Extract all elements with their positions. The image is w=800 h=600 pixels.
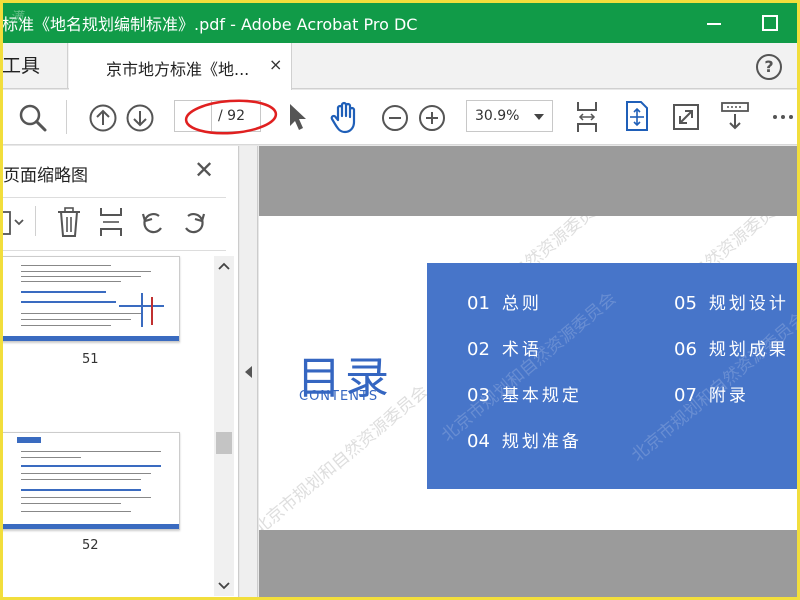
close-icon[interactable]: ✕ xyxy=(194,156,214,184)
rotate-left-icon[interactable] xyxy=(139,208,167,236)
delete-icon[interactable] xyxy=(56,206,82,238)
collapse-arrow-icon xyxy=(245,366,252,378)
toc-item[interactable]: 02 术语 xyxy=(467,335,542,360)
toc-panel: 北京市规划和自然资源委员会 北京市规划和自然资源委员会 01 总则 02 术语 03… xyxy=(427,263,800,489)
close-tab-icon[interactable]: × xyxy=(269,55,282,74)
annotation-circle xyxy=(184,99,278,135)
panel-title: 页面缩略图 xyxy=(3,166,88,186)
zoom-value: 30.9% xyxy=(475,108,520,124)
document-tab-label: 京市地方标准《地... xyxy=(106,60,250,79)
tab-document[interactable]: 京市地方标准《地... × xyxy=(69,43,292,90)
zoom-in-icon[interactable] xyxy=(417,103,447,133)
page-thumbnail-52[interactable] xyxy=(0,432,180,530)
collapse-panel-button[interactable] xyxy=(240,146,258,600)
tab-bar: 工具 京市地方标准《地... × ? xyxy=(0,43,800,90)
window-title: 标准《地名规划编制标准》.pdf - Adobe Acrobat Pro DC xyxy=(2,15,418,34)
extract-page-icon[interactable] xyxy=(98,206,124,238)
pdf-page: 北京市规划和自然资源委员会 北京市规划和自然资源委员会 北京市规划和自然资源委员… xyxy=(259,216,800,530)
title-bar: 标准《地名规划编制标准》.pdf - Adobe Acrobat Pro DC … xyxy=(0,0,800,43)
full-screen-icon[interactable] xyxy=(672,103,700,131)
hand-tool-icon[interactable] xyxy=(330,100,360,134)
document-viewport[interactable]: 北京市规划和自然资源委员会 北京市规划和自然资源委员会 北京市规划和自然资源委员… xyxy=(259,146,800,600)
page-down-icon[interactable] xyxy=(125,103,155,133)
rotate-right-icon[interactable] xyxy=(180,208,208,236)
select-cursor-icon[interactable] xyxy=(286,102,308,132)
toc-item[interactable]: 01 总则 xyxy=(467,289,542,314)
chevron-down-icon[interactable] xyxy=(218,582,230,590)
page-up-icon[interactable] xyxy=(88,103,118,133)
page-thumbnails-panel: 页面缩略图 ✕ 51 52 xyxy=(0,146,239,600)
help-icon[interactable]: ? xyxy=(756,54,782,80)
page-thumbnail-51[interactable] xyxy=(0,256,180,342)
toc-item[interactable]: 07 附录 xyxy=(674,381,749,406)
fit-page-icon[interactable] xyxy=(624,100,650,132)
thumbnail-page-number: 52 xyxy=(82,538,99,553)
fit-width-icon[interactable] xyxy=(574,100,600,134)
search-icon[interactable] xyxy=(18,103,48,133)
toc-item[interactable]: 03 基本规定 xyxy=(467,381,582,406)
zoom-select[interactable]: 30.9% xyxy=(466,100,553,132)
toc-item[interactable]: 04 规划准备 xyxy=(467,427,582,452)
options-icon[interactable] xyxy=(0,206,24,242)
read-mode-icon[interactable] xyxy=(720,100,750,132)
toc-item[interactable]: 06 规划成果 xyxy=(674,335,789,360)
watermark: 满 xyxy=(10,10,24,25)
chevron-up-icon[interactable] xyxy=(218,262,230,270)
toc-subheading: CONTENTS xyxy=(299,389,379,404)
chevron-down-icon xyxy=(534,114,544,120)
scrollbar-thumb[interactable] xyxy=(216,432,232,454)
maximize-button[interactable] xyxy=(757,9,781,33)
thumbnail-scrollbar[interactable] xyxy=(214,256,234,596)
tab-tools[interactable]: 工具 xyxy=(0,43,68,89)
zoom-out-icon[interactable] xyxy=(380,103,410,133)
minimize-button[interactable] xyxy=(700,6,730,36)
more-icon[interactable] xyxy=(770,112,800,122)
thumbnail-page-number: 51 xyxy=(82,352,99,367)
toolbar: / 92 30.9% xyxy=(0,90,800,145)
toc-item[interactable]: 05 规划设计 xyxy=(674,289,789,314)
